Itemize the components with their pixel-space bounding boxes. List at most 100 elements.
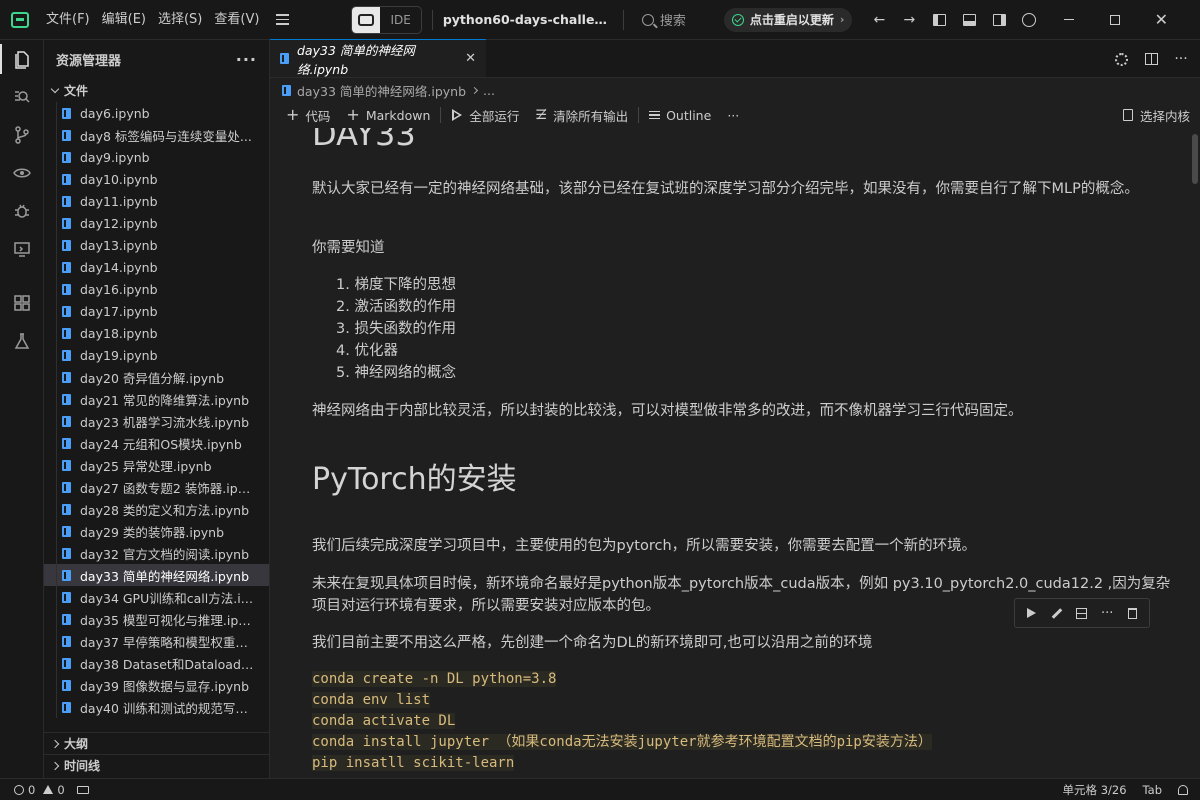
file-item[interactable]: day40 训练和测试的规范写法... [44, 696, 269, 718]
file-item[interactable]: day28 类的定义和方法.ipynb [44, 498, 269, 520]
window-title[interactable]: python60-days-challenge-... [443, 12, 613, 27]
file-item[interactable]: day14.ipynb [44, 256, 269, 278]
add-markdown-cell-button[interactable]: + Markdown [338, 103, 438, 127]
breadcrumb-more[interactable]: ... [483, 83, 495, 98]
ide-switch[interactable]: IDE [351, 5, 422, 34]
cell-toolbar: ··· [1014, 598, 1150, 628]
file-item[interactable]: day39 图像数据与显存.ipynb [44, 674, 269, 696]
more-cell-actions-icon[interactable]: ··· [1096, 602, 1118, 624]
file-item[interactable]: day12.ipynb [44, 212, 269, 234]
more-editor-actions-icon[interactable]: ··· [1168, 46, 1194, 72]
outline-button[interactable]: Outline [641, 103, 719, 127]
restart-update-button[interactable]: 点击重启以更新 › [723, 7, 853, 32]
files-section-header[interactable]: 文件 [44, 79, 269, 101]
file-item[interactable]: day21 常见的降维算法.ipynb [44, 388, 269, 410]
command-search[interactable]: 搜索 [641, 10, 722, 29]
minimize-button[interactable] [1046, 0, 1092, 40]
add-code-cell-button[interactable]: + 代码 [278, 103, 338, 127]
indent-guide [56, 476, 57, 498]
notifications-bell-icon[interactable] [1172, 784, 1200, 795]
testing-flask-icon[interactable] [0, 322, 44, 360]
notebook-settings-gear-icon[interactable] [1108, 46, 1134, 72]
indent-guide [56, 234, 57, 256]
ide-label[interactable]: IDE [380, 13, 420, 27]
maximize-button[interactable] [1092, 0, 1138, 40]
account-icon[interactable] [1014, 0, 1044, 40]
file-item[interactable]: day29 类的装饰器.ipynb [44, 520, 269, 542]
toggle-panel-icon[interactable] [954, 0, 984, 40]
run-all-button[interactable]: 全部运行 [443, 103, 527, 127]
scrollbar-thumb[interactable] [1192, 134, 1198, 184]
clear-all-outputs-button[interactable]: ☰̸ 清除所有输出 [527, 103, 636, 127]
notebook-content[interactable]: DAY33 默认大家已经有一定的神经网络基础，该部分已经在复试班的深度学习部分介… [270, 128, 1186, 778]
ide-mode-icon[interactable] [352, 6, 381, 33]
toggle-secondary-sidebar-icon[interactable] [984, 0, 1014, 40]
outline-label: Outline [666, 107, 712, 123]
select-kernel-button[interactable]: 选择内核 [1122, 103, 1190, 127]
back-arrow-icon[interactable]: ← [864, 0, 894, 40]
split-editor-icon[interactable] [1138, 46, 1164, 72]
file-item[interactable]: day37 早停策略和模型权重的... [44, 630, 269, 652]
file-item[interactable]: day25 异常处理.ipynb [44, 454, 269, 476]
file-item[interactable]: day27 函数专题2 装饰器.ipynb [44, 476, 269, 498]
edit-cell-pencil-icon[interactable] [1046, 602, 1068, 624]
notebook-scrollbar[interactable] [1186, 128, 1200, 778]
search-view-icon[interactable] [0, 78, 44, 116]
file-item[interactable]: day9.ipynb [44, 146, 269, 168]
problems-indicator[interactable]: 0 0 [0, 783, 71, 797]
file-name: day12.ipynb [80, 215, 158, 231]
split-cell-icon[interactable] [1071, 602, 1093, 624]
file-item[interactable]: day23 机器学习流水线.ipynb [44, 410, 269, 432]
menu-selection[interactable]: 选择(S) [152, 0, 208, 40]
more-toolbar-actions-icon[interactable]: ··· [719, 103, 747, 127]
keyboard-icon[interactable] [71, 785, 95, 794]
outline-section-header[interactable]: 大纲 [44, 732, 269, 754]
file-item[interactable]: day18.ipynb [44, 322, 269, 344]
menu-file[interactable]: 文件(F) [40, 0, 96, 40]
indent-guide [56, 454, 57, 476]
forward-arrow-icon[interactable]: → [894, 0, 924, 40]
toggle-primary-sidebar-icon[interactable] [924, 0, 954, 40]
extensions-icon[interactable] [0, 284, 44, 322]
file-item[interactable]: day33 简单的神经网络.ipynb [44, 564, 269, 586]
chevron-right-icon [50, 761, 60, 770]
file-item[interactable]: day10.ipynb [44, 168, 269, 190]
file-item[interactable]: day6.ipynb [44, 102, 269, 124]
file-item[interactable]: day35 模型可视化与推理.ipynb [44, 608, 269, 630]
source-control-icon[interactable] [0, 116, 44, 154]
delete-cell-trash-icon[interactable] [1121, 602, 1143, 624]
file-item[interactable]: day20 奇异值分解.ipynb [44, 366, 269, 388]
file-item[interactable]: day34 GPU训练和call方法.ipy... [44, 586, 269, 608]
explorer-icon[interactable] [0, 40, 44, 78]
file-item[interactable]: day19.ipynb [44, 344, 269, 366]
notebook-file-icon [62, 173, 71, 185]
run-cell-icon[interactable] [1021, 602, 1043, 624]
file-item[interactable]: day11.ipynb [44, 190, 269, 212]
hamburger-menu-icon[interactable] [269, 0, 295, 40]
timeline-section-header[interactable]: 时间线 [44, 754, 269, 776]
close-tab-icon[interactable]: ✕ [465, 51, 476, 66]
file-item[interactable]: day13.ipynb [44, 234, 269, 256]
file-item[interactable]: day38 Dataset和Dataloader.i... [44, 652, 269, 674]
tab-day33-notebook[interactable]: day33 简单的神经网络.ipynb ✕ [270, 39, 486, 77]
preview-eye-icon[interactable] [0, 154, 44, 192]
more-actions-icon[interactable]: ··· [236, 50, 257, 69]
breadcrumb-file[interactable]: day33 简单的神经网络.ipynb [297, 81, 466, 100]
file-name: day13.ipynb [80, 237, 158, 253]
cell-position[interactable]: 单元格 3/26 [1057, 782, 1133, 798]
activity-bar [0, 40, 44, 778]
file-item[interactable]: day17.ipynb [44, 300, 269, 322]
indent-mode[interactable]: Tab [1133, 783, 1172, 797]
file-item[interactable]: day32 官方文档的阅读.ipynb [44, 542, 269, 564]
close-window-button[interactable]: ✕ [1138, 0, 1184, 40]
remote-explorer-icon[interactable] [0, 230, 44, 268]
pytorch-paragraph: 我们后续完成深度学习项目中，主要使用的包为pytorch，所以需要安装，你需要去… [312, 538, 977, 554]
indent-guide [56, 674, 57, 696]
menu-edit[interactable]: 编辑(E) [96, 0, 152, 40]
file-item[interactable]: day8 标签编码与连续变量处... [44, 124, 269, 146]
file-item[interactable]: day16.ipynb [44, 278, 269, 300]
title-divider [431, 9, 433, 30]
menu-view[interactable]: 查看(V) [208, 0, 265, 40]
file-item[interactable]: day24 元组和OS模块.ipynb [44, 432, 269, 454]
debug-bug-icon[interactable] [0, 192, 44, 230]
